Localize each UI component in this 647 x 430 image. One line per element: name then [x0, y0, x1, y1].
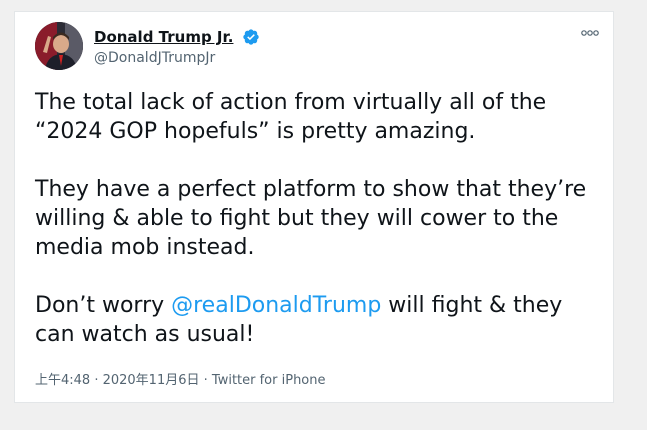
tweet-card: Donald Trump Jr. @DonaldJTrumpJr The tot… — [14, 11, 614, 403]
tweet-timestamp[interactable]: 上午4:48 · 2020年11月6日 — [35, 373, 200, 388]
tweet-paragraph-2: They have a perfect platform to show tha… — [35, 177, 587, 260]
tweet-source[interactable]: Twitter for iPhone — [212, 373, 326, 388]
tweet-paragraph-3-start: Don’t worry — [35, 293, 172, 318]
tweet-paragraph-1: The total lack of action from virtually … — [35, 90, 547, 144]
avatar-image — [35, 22, 83, 70]
verified-badge-icon — [242, 28, 259, 45]
avatar[interactable] — [35, 22, 83, 70]
mention-link[interactable]: @realDonaldTrump — [171, 293, 381, 318]
author-display-name[interactable]: Donald Trump Jr. — [94, 27, 233, 47]
author-block: Donald Trump Jr. @DonaldJTrumpJr — [94, 26, 260, 68]
tweet-text: The total lack of action from virtually … — [35, 88, 600, 378]
meta-separator: · — [199, 373, 212, 388]
author-handle[interactable]: @DonaldJTrumpJr — [94, 48, 260, 68]
tweet-metadata: 上午4:48 · 2020年11月6日 · Twitter for iPhone — [35, 372, 326, 390]
more-options-icon[interactable] — [581, 28, 599, 38]
tweet-paragraph-3: Don’t worry @realDonaldTrump will fight … — [35, 291, 600, 349]
